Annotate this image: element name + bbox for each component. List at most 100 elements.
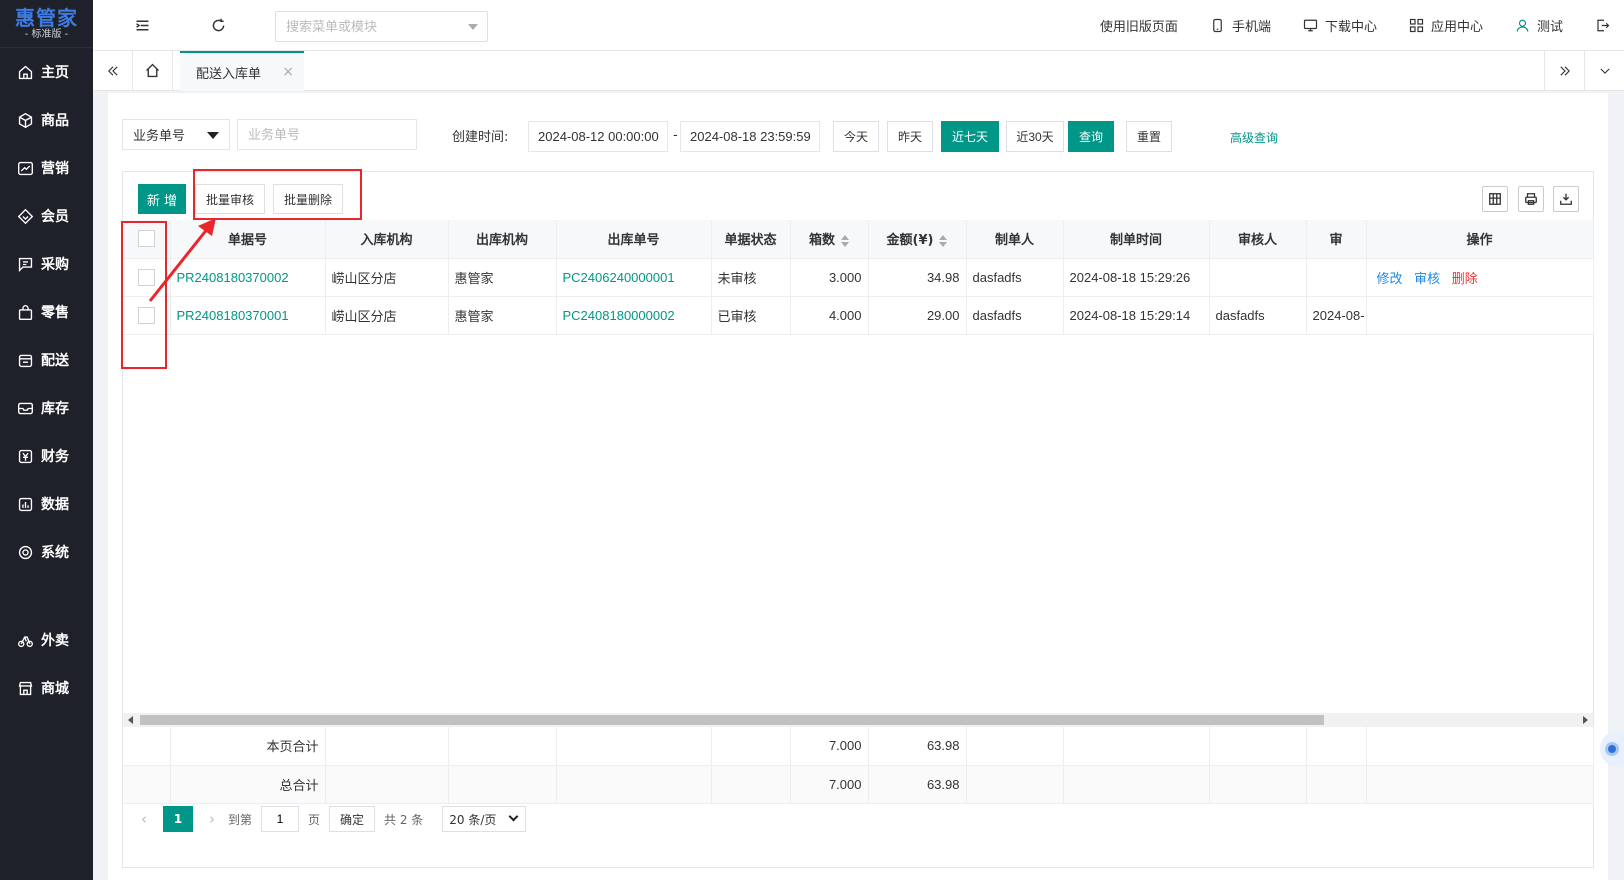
sort-icon[interactable] [841,234,849,247]
columns-filter-button[interactable] [1482,186,1508,212]
row-checkbox[interactable] [137,306,155,324]
sidebar-item-data[interactable]: 数据 [0,480,93,528]
tabs-dropdown-button[interactable] [1584,51,1624,90]
col-header-amount[interactable]: 金额(¥) [868,220,967,259]
total-spacer [123,727,171,766]
tab-delivery-receipt[interactable]: 配送入库单 × [180,51,304,91]
download-center-link[interactable]: 下载中心 [1303,16,1377,35]
page-size-select[interactable]: 20 条/页 [442,806,527,832]
double-chevron-right-icon [1559,65,1570,76]
scroll-right-arrow-icon[interactable] [1583,716,1588,724]
query-button[interactable]: 查询 [1068,121,1114,152]
logout-button[interactable] [1595,18,1610,33]
goto-confirm-button[interactable]: 确定 [329,806,376,832]
col-header-status[interactable]: 单据状态 [711,220,791,259]
sidebar-item-marketing[interactable]: 营销 [0,144,93,192]
last-30-days-button[interactable]: 近30天 [1006,121,1064,152]
audit-link[interactable]: 审核 [1414,271,1440,286]
goto-page-input[interactable] [261,806,300,832]
print-button[interactable] [1518,186,1544,212]
sidebar-item-mall[interactable]: 商城 [0,664,93,712]
mobile-link[interactable]: 手机端 [1210,16,1271,35]
col-header-boxes[interactable]: 箱数 [790,220,869,259]
col-header-audit-time[interactable]: 审 [1306,220,1367,259]
tabs-scroll-left-button[interactable] [93,51,133,90]
sidebar-item-system[interactable]: 系统 [0,528,93,576]
col-header-boxes-label: 箱数 [808,233,835,249]
table-row[interactable]: PR2408180370001 崂山区分店 惠管家 PC240818000000… [123,296,1594,335]
horizontal-scrollbar[interactable] [123,713,1593,727]
tabs-scroll-right-button[interactable] [1544,51,1584,90]
sidebar-item-member[interactable]: 会员 [0,192,93,240]
user-icon [1516,19,1529,32]
user-menu[interactable]: 测试 [1515,16,1563,35]
sidebar-item-finance[interactable]: 财务 [0,432,93,480]
last-7-days-button[interactable]: 近七天 [941,121,999,152]
sidebar-item-label: 数据 [41,497,69,513]
sidebar-item-purchase[interactable]: 采购 [0,240,93,288]
select-all-checkbox[interactable] [137,230,155,248]
sidebar-item-delivery[interactable]: 配送 [0,336,93,384]
out-no-link[interactable]: PC2406240000001 [563,270,675,285]
col-header-out-org[interactable]: 出库机构 [448,220,557,259]
edit-link[interactable]: 修改 [1377,271,1403,286]
scrollbar-thumb[interactable] [140,715,1324,725]
status-cell: 已审核 [711,296,791,335]
reset-button[interactable]: 重置 [1126,121,1172,152]
row-checkbox[interactable] [137,268,155,286]
tab-close-icon[interactable]: × [282,64,294,80]
doc-no[interactable]: PR2408180370001 [177,308,289,323]
made-at-cell: 2024-08-18 15:29:14 [1063,296,1210,335]
batch-audit-button[interactable]: 批量审核 [195,184,265,214]
total-empty [711,727,791,766]
refresh-button[interactable] [207,14,229,36]
sidebar-item-retail[interactable]: 零售 [0,288,93,336]
sidebar-item-label: 会员 [41,209,69,225]
tab-home[interactable] [133,51,173,90]
mobile-label: 手机端 [1231,20,1271,35]
total-empty [1209,727,1307,766]
doc-no-link[interactable]: PR2408180370002 [170,258,326,297]
advanced-query-link[interactable]: 高级查询 [1230,129,1278,146]
date-end-input[interactable]: 2024-08-18 23:59:59 [680,121,820,152]
field-type-select[interactable]: 业务单号 [122,119,230,150]
col-header-in-org[interactable]: 入库机构 [325,220,449,259]
sidebar-item-takeaway[interactable]: 外卖 [0,616,93,664]
out-no-link[interactable]: PC2408180000002 [563,308,675,323]
brand-logo[interactable]: 惠管家 - 标准版 - [0,0,93,48]
business-no-input[interactable] [237,119,417,150]
collapse-menu-button[interactable] [131,14,153,36]
in-org-cell: 崂山区分店 [325,258,449,297]
sidebar-item-inventory[interactable]: 库存 [0,384,93,432]
doc-no-link[interactable]: PR2408180370001 [170,296,326,335]
col-header-made-at[interactable]: 制单时间 [1063,220,1210,259]
current-page-button[interactable]: 1 [163,806,193,832]
menu-search-input[interactable] [276,12,456,41]
old-page-link[interactable]: 使用旧版页面 [1100,16,1178,35]
col-header-auditor[interactable]: 审核人 [1209,220,1307,259]
app-center-link[interactable]: 应用中心 [1409,16,1483,35]
table-row[interactable]: PR2408180370002 崂山区分店 惠管家 PC240624000000… [123,258,1594,297]
delete-link[interactable]: 删除 [1452,271,1478,286]
menu-search-select[interactable] [275,11,488,42]
batch-delete-button[interactable]: 批量删除 [273,184,343,214]
col-header-out-no[interactable]: 出库单号 [556,220,712,259]
scroll-left-arrow-icon[interactable] [128,716,133,724]
sidebar-item-goods[interactable]: 商品 [0,96,93,144]
doc-no[interactable]: PR2408180370002 [177,270,289,285]
export-button[interactable] [1553,186,1579,212]
sidebar-item-home[interactable]: 主页 [0,48,93,96]
col-header-doc-no[interactable]: 单据号 [170,220,326,259]
next-page-icon[interactable]: › [205,810,219,828]
col-header-maker[interactable]: 制单人 [966,220,1064,259]
prev-page-icon[interactable]: ‹ [137,810,151,828]
add-button[interactable]: 新 增 [138,184,186,214]
sort-icon[interactable] [939,234,948,247]
total-empty [966,727,1064,766]
status-cell: 未审核 [711,258,791,297]
today-button[interactable]: 今天 [833,121,879,152]
out-no-cell[interactable]: PC2406240000001 [556,258,712,297]
yesterday-button[interactable]: 昨天 [887,121,933,152]
date-start-input[interactable]: 2024-08-12 00:00:00 [528,121,668,152]
out-no-cell[interactable]: PC2408180000002 [556,296,712,335]
